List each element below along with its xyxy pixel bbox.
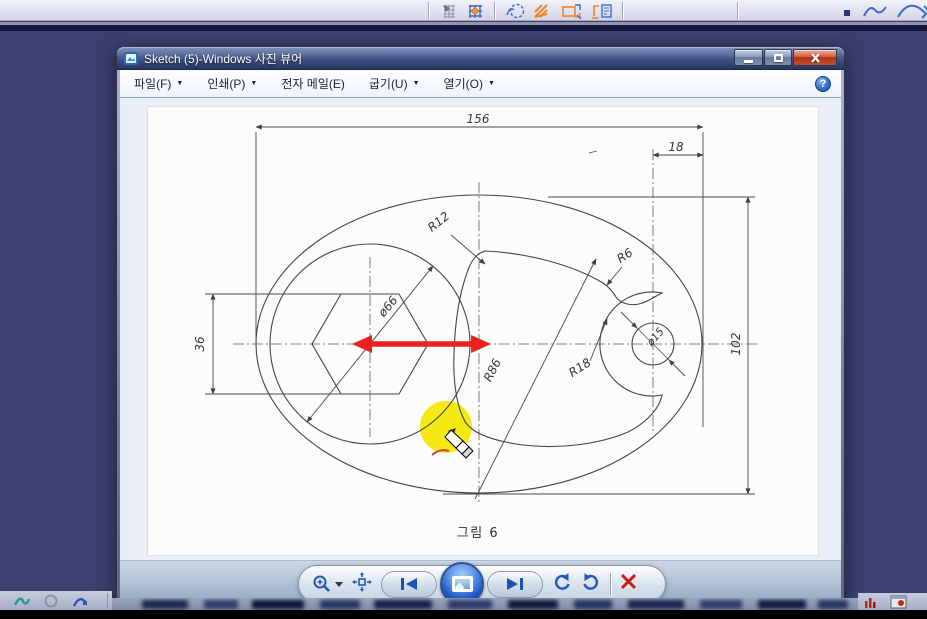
blurred-taskbar <box>112 598 858 610</box>
chevron-down-icon: ▼ <box>176 80 183 87</box>
delete-icon <box>620 573 637 590</box>
next-button[interactable] <box>487 571 543 598</box>
sketch-analysis-icon[interactable] <box>504 2 522 20</box>
dim-hex-label: 36 <box>193 336 207 352</box>
circle-gray-icon[interactable] <box>44 594 58 608</box>
dia-hole-label: ø15 <box>644 325 667 349</box>
dia-circle-label: ø66 <box>375 293 401 320</box>
taskbar-item <box>374 600 432 609</box>
animate-constraint-icon[interactable] <box>560 2 578 20</box>
delete-button[interactable] <box>620 573 637 595</box>
taskbar-item <box>818 600 848 609</box>
r6-label: R6 <box>614 245 635 266</box>
dim-width-label: 156 <box>467 112 490 126</box>
taskbar-item <box>320 600 360 609</box>
photo-viewer-window: Sketch (5)-Windows 사진 뷰어 파일(F) ▼ 인쇄(P) ▼… <box>117 47 844 610</box>
histogram-red-icon[interactable] <box>864 595 878 608</box>
curve-blue-icon[interactable] <box>72 594 88 608</box>
menu-file[interactable]: 파일(F) ▼ <box>134 75 183 92</box>
toolbar-separator <box>737 2 738 19</box>
r12-label: R12 <box>425 209 452 235</box>
photo-viewer-icon <box>124 52 138 65</box>
pill-separator <box>610 573 611 595</box>
r86-label: R86 <box>481 356 504 384</box>
next-icon <box>506 577 524 591</box>
menu-email-label: 전자 메일(E) <box>281 75 345 92</box>
taskbar-item <box>508 600 558 609</box>
menu-burn[interactable]: 굽기(U) ▼ <box>369 75 420 92</box>
grid-pointer-icon[interactable] <box>440 2 458 20</box>
toolbar-separator <box>107 593 108 608</box>
toolbar-separator <box>622 2 623 19</box>
spline-teal-icon[interactable] <box>14 594 30 608</box>
window-title: Sketch (5)-Windows 사진 뷰어 <box>144 50 302 67</box>
rotate-cw-icon <box>581 572 601 592</box>
window-alert-icon[interactable] <box>890 595 908 609</box>
taskbar-item <box>700 600 742 609</box>
dim-height-label: 102 <box>729 333 743 356</box>
r18-label: R18 <box>566 355 594 380</box>
menubar: 파일(F) ▼ 인쇄(P) ▼ 전자 메일(E) 굽기(U) ▼ 열기(O) ▼… <box>120 70 841 98</box>
cad-bottom-toolbar-right <box>858 593 927 610</box>
maximize-button[interactable] <box>764 49 792 66</box>
constraint-dialog-icon[interactable] <box>590 2 608 20</box>
technical-drawing: 156 18 102 36 R12 R6 R86 R18 ø66 ø15 그림 … <box>148 107 818 555</box>
minimize-button[interactable] <box>734 49 763 66</box>
viewer-content: 156 18 102 36 R12 R6 R86 R18 ø66 ø15 그림 … <box>120 98 841 560</box>
spline-icon[interactable] <box>862 2 880 20</box>
chevron-down-icon: ▼ <box>250 80 257 87</box>
rotate-ccw-button[interactable] <box>552 572 572 597</box>
taskbar-item <box>574 600 612 609</box>
menu-print-label: 인쇄(P) <box>207 75 245 92</box>
taskbar-item <box>252 600 304 609</box>
help-button[interactable]: ? <box>815 76 831 92</box>
menu-open-label: 열기(O) <box>444 75 483 92</box>
close-button[interactable] <box>793 49 837 66</box>
dim-offset-label: 18 <box>668 140 684 154</box>
taskbar-item <box>628 600 684 609</box>
actual-size-icon <box>352 572 372 592</box>
taskbar-item <box>448 600 492 609</box>
maximize-icon <box>774 54 783 62</box>
menu-print[interactable]: 인쇄(P) ▼ <box>207 75 257 92</box>
cad-bottom-toolbar-left <box>0 591 112 610</box>
actual-size-button[interactable] <box>352 572 372 597</box>
chevron-down-icon: ▼ <box>413 80 420 87</box>
screen-letterbox <box>0 610 927 619</box>
menu-email[interactable]: 전자 메일(E) <box>281 75 345 92</box>
zoom-button[interactable] <box>312 574 343 594</box>
toolbar-shadow <box>0 25 927 31</box>
previous-button[interactable] <box>381 571 437 598</box>
rotate-cw-button[interactable] <box>581 572 601 597</box>
menu-open[interactable]: 열기(O) ▼ <box>444 75 495 92</box>
taskbar-item <box>204 600 238 609</box>
dimension-lines <box>205 127 755 499</box>
close-icon <box>810 53 821 63</box>
toolbar-separator <box>428 2 429 19</box>
slideshow-icon <box>452 576 473 592</box>
previous-icon <box>400 577 418 591</box>
menu-file-label: 파일(F) <box>134 75 171 92</box>
figure-caption: 그림 6 <box>457 526 499 541</box>
snap-to-grid-icon[interactable] <box>466 2 484 20</box>
arc-icon[interactable] <box>896 2 914 20</box>
rotate-ccw-icon <box>552 572 572 592</box>
taskbar-item <box>758 600 806 609</box>
magnifier-icon <box>312 574 332 594</box>
taskbar-item <box>142 600 188 609</box>
minimize-icon <box>744 60 753 63</box>
cad-toolbar <box>0 0 927 21</box>
titlebar[interactable]: Sketch (5)-Windows 사진 뷰어 <box>117 47 844 70</box>
hatch-icon[interactable] <box>532 2 550 20</box>
menu-burn-label: 굽기(U) <box>369 75 408 92</box>
photo-image: 156 18 102 36 R12 R6 R86 R18 ø66 ø15 그림 … <box>148 107 818 555</box>
toolbar-separator <box>494 2 495 19</box>
centerlines <box>233 149 760 502</box>
chevron-down-icon <box>335 581 343 587</box>
chevron-down-icon: ▼ <box>488 80 495 87</box>
help-icon: ? <box>820 78 827 90</box>
